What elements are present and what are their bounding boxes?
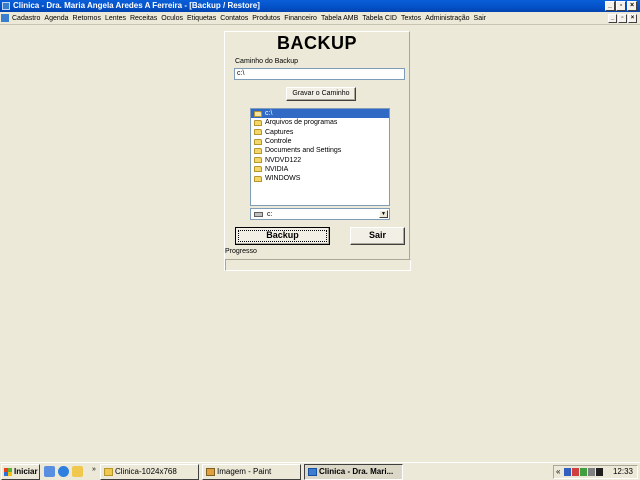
window-controls: _ ▫ × — [605, 1, 637, 11]
menu-item[interactable]: Receitas — [128, 14, 159, 23]
menu-item[interactable]: Etiquetas — [185, 14, 218, 23]
progress-label: Progresso — [225, 248, 257, 255]
paint-icon — [206, 468, 215, 476]
task-label: Clinica-1024x768 — [115, 467, 177, 476]
folder-item[interactable]: Controle — [251, 137, 389, 146]
app-icon[interactable] — [2, 2, 10, 10]
folder-name: Captures — [265, 128, 294, 136]
language-icon[interactable] — [564, 468, 571, 476]
menu-bar: Cadastro Agenda Retornos Lentes Receitas Ocul… — [0, 12, 640, 25]
folder-item[interactable]: NVDVD122 — [251, 155, 389, 164]
backup-button[interactable]: Backup — [235, 227, 330, 245]
minimize-button[interactable]: _ — [605, 1, 615, 11]
task-button-explorer[interactable]: Clinica-1024x768 — [100, 464, 199, 480]
title-bar[interactable]: Clinica - Dra. Maria Angela Aredes A Fer… — [0, 0, 640, 12]
ie-icon[interactable] — [58, 466, 69, 477]
tray-chevron[interactable]: « — [556, 467, 560, 476]
volume-icon[interactable] — [588, 468, 595, 476]
page-title: BACKUP — [276, 33, 357, 53]
network-icon[interactable] — [580, 468, 587, 476]
folder-name: Arquivos de programas — [265, 119, 338, 127]
folder-icon — [254, 166, 262, 173]
maximize-button[interactable]: ▫ — [616, 1, 626, 11]
menu-items: Cadastro Agenda Retornos Lentes Receitas Ocul… — [10, 14, 488, 23]
folder-name: c:\ — [265, 110, 273, 118]
menu-item[interactable]: Administração — [423, 14, 471, 23]
folder-icon — [254, 147, 262, 154]
quick-launch — [44, 466, 83, 477]
child-window-controls: _ ▫ × — [608, 14, 637, 23]
start-label: Iniciar — [14, 467, 38, 476]
backup-path-label: Caminho do Backup — [235, 58, 299, 65]
desktop-icon[interactable] — [44, 466, 55, 477]
folder-item[interactable]: NVIDIA — [251, 165, 389, 174]
menu-item[interactable]: Textos — [399, 14, 423, 23]
menu-item[interactable]: Tabela AMB — [319, 14, 360, 23]
menu-item[interactable]: Tabela CID — [360, 14, 399, 23]
task-label: Imagem - Paint — [217, 467, 272, 476]
start-button[interactable]: Iniciar — [1, 464, 40, 480]
display-icon[interactable] — [596, 468, 603, 476]
folder-item[interactable]: c:\ — [251, 109, 389, 119]
child-minimize-button[interactable]: _ — [608, 14, 617, 23]
windows-logo-icon — [4, 468, 12, 476]
folder-icon — [254, 119, 262, 126]
tray-icons — [564, 468, 603, 476]
task-button-paint[interactable]: Imagem - Paint — [202, 464, 301, 480]
folder-icon — [254, 129, 262, 136]
save-path-button[interactable]: Gravar o Caminho — [286, 87, 356, 101]
system-tray: « 12:33 — [553, 465, 638, 479]
exit-button[interactable]: Sair — [350, 227, 405, 245]
drive-value: c: — [267, 211, 273, 218]
backup-path-input[interactable]: c:\ — [234, 68, 405, 80]
open-folder-icon — [254, 110, 262, 117]
close-button[interactable]: × — [627, 1, 637, 11]
folder-item[interactable]: WINDOWS — [251, 174, 389, 183]
folder-name: WINDOWS — [265, 175, 301, 183]
folder-item[interactable]: Captures — [251, 128, 389, 137]
quick-launch-chevron[interactable]: » — [92, 466, 96, 473]
app-icon — [308, 468, 317, 476]
menu-item[interactable]: Lentes — [103, 14, 128, 23]
child-close-button[interactable]: × — [628, 14, 637, 23]
folder-name: NVIDIA — [265, 165, 289, 173]
folder-name: Documents and Settings — [265, 147, 342, 155]
menu-item[interactable]: Sair — [472, 14, 488, 23]
menu-item[interactable]: Cadastro — [10, 14, 42, 23]
window-title: Clinica - Dra. Maria Angela Aredes A Fer… — [13, 1, 260, 10]
menu-item[interactable]: Produtos — [250, 14, 282, 23]
backup-panel: BACKUP Caminho do Backup c:\ Gravar o Ca… — [224, 31, 411, 271]
drive-icon — [254, 212, 263, 217]
menu-item[interactable]: Oculos — [159, 14, 185, 23]
folder-icon — [254, 157, 262, 164]
antivirus-icon[interactable] — [572, 468, 579, 476]
folder-item[interactable]: Arquivos de programas — [251, 118, 389, 127]
menu-item[interactable]: Financeiro — [282, 14, 319, 23]
folder-item[interactable]: Documents and Settings — [251, 146, 389, 155]
folder-name: NVDVD122 — [265, 156, 302, 164]
menu-item[interactable]: Agenda — [42, 14, 70, 23]
child-restore-button[interactable]: ▫ — [618, 14, 627, 23]
task-label: Clinica - Dra. Mari... — [319, 467, 394, 476]
menu-item[interactable]: Retornos — [71, 14, 103, 23]
drive-select[interactable]: c: ▼ — [250, 208, 390, 220]
folder-icon — [104, 468, 113, 476]
folder-icon — [254, 175, 262, 182]
folder-name: Controle — [265, 138, 292, 146]
task-button-clinica[interactable]: Clinica - Dra. Mari... — [304, 464, 403, 480]
child-window-icon[interactable] — [1, 14, 9, 22]
folder-icon — [254, 138, 262, 145]
menu-item[interactable]: Contatos — [218, 14, 250, 23]
clock: 12:33 — [612, 467, 633, 476]
taskbar: Iniciar » Clinica-1024x768 Imagem - Pain… — [0, 462, 640, 480]
folder-list[interactable]: c:\ Arquivos de programas Captures Controle… — [250, 108, 390, 206]
chevron-down-icon[interactable]: ▼ — [379, 210, 388, 218]
progress-bar — [225, 259, 411, 271]
folder-icon[interactable] — [72, 466, 83, 477]
